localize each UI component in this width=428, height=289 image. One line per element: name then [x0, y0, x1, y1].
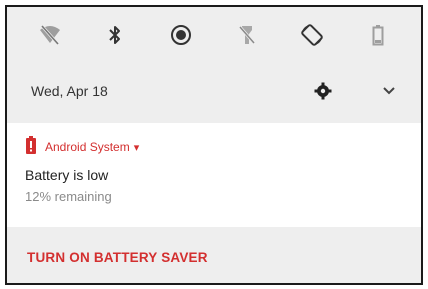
- notification-shade: Wed, Apr 18 Android System ▾ Battery is …: [5, 5, 423, 285]
- auto-rotate-icon[interactable]: [298, 21, 326, 49]
- wifi-off-icon[interactable]: [36, 21, 64, 49]
- expand-notification-chevron[interactable]: ▾: [134, 141, 140, 154]
- gear-icon[interactable]: [309, 77, 337, 105]
- date-label: Wed, Apr 18: [31, 83, 108, 99]
- notification-header: Android System ▾: [25, 135, 403, 159]
- notification-title: Battery is low: [25, 167, 109, 183]
- chevron-down-icon[interactable]: [375, 77, 403, 105]
- do-not-disturb-icon[interactable]: [167, 21, 195, 49]
- notification-text: 12% remaining: [25, 189, 112, 204]
- bluetooth-icon[interactable]: [101, 21, 129, 49]
- flashlight-off-icon[interactable]: [233, 21, 261, 49]
- battery-alert-icon: [25, 135, 37, 159]
- shade-header: Wed, Apr 18: [7, 65, 421, 117]
- battery-saver-button[interactable]: TURN ON BATTERY SAVER: [27, 250, 208, 265]
- quick-settings-row: [7, 7, 421, 63]
- battery-icon[interactable]: [364, 21, 392, 49]
- notification-actions: TURN ON BATTERY SAVER: [7, 229, 421, 283]
- app-name: Android System: [45, 140, 130, 154]
- notification-card[interactable]: Android System ▾ Battery is low 12% rema…: [7, 123, 421, 227]
